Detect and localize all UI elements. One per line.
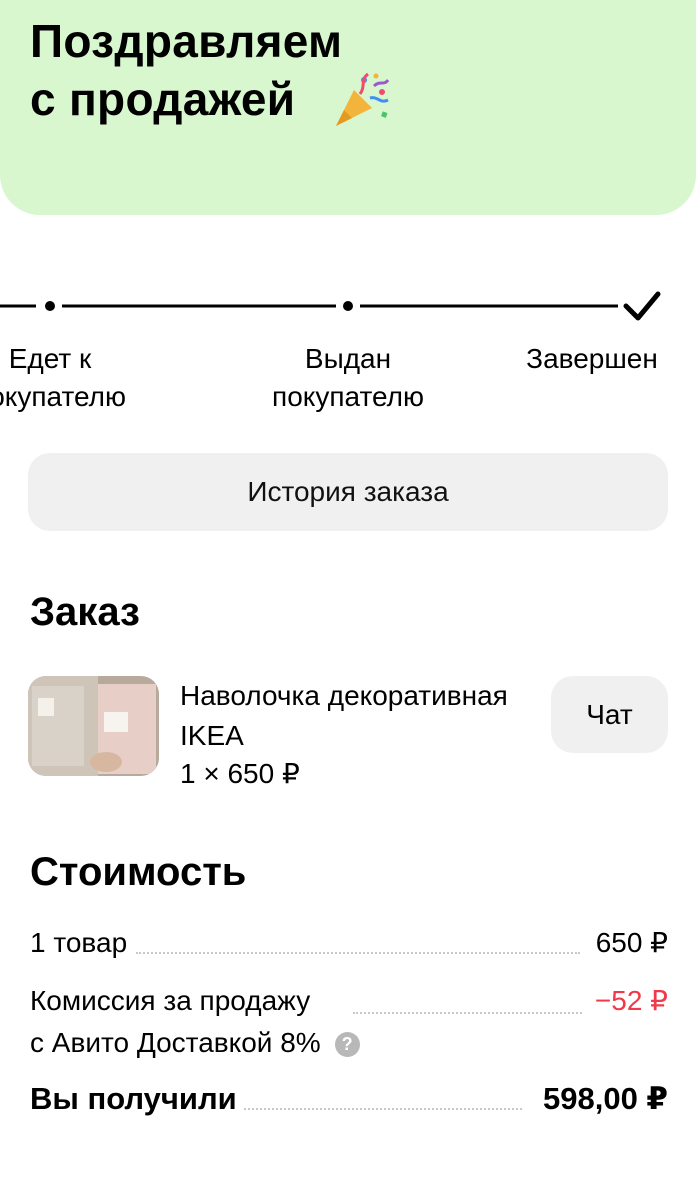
item-thumbnail[interactable] (28, 676, 159, 776)
step-dot (343, 301, 353, 311)
party-popper-icon (336, 72, 390, 126)
dotted-leader (353, 1012, 582, 1014)
chat-button[interactable]: Чат (551, 676, 668, 753)
step-label-delivered: Выдан покупателю (272, 343, 424, 412)
step-label-shipping: Едет кпокупателю (0, 343, 126, 412)
step-label-completed: Завершен (526, 343, 658, 374)
cost-row-label: Комиссия за продажу с Авито Доставкой 8%… (30, 980, 668, 1064)
progress-track (0, 291, 661, 321)
order-progress: Едет кпокупателю Выданпокупателю Заверше… (0, 270, 696, 420)
order-section-title: Заказ (30, 590, 140, 634)
banner-title: Поздравляем с продажей (30, 15, 343, 125)
cost-row-commission: Комиссия за продажу с Авито Доставкой 8%… (30, 980, 668, 1064)
cost-row-value: 598,00 ₽ (543, 1081, 668, 1116)
item-name[interactable]: Наволочка декоративная IKEA (180, 676, 520, 756)
cost-section-title: Стоимость (30, 850, 247, 894)
item-qty-price: 1 × 650 ₽ (180, 758, 300, 789)
cost-row-label: Вы получили (30, 1081, 237, 1116)
dotted-leader (136, 952, 580, 954)
checkmark-icon (623, 291, 661, 321)
cost-row-value: −52 ₽ (594, 985, 668, 1016)
cost-row-value: 650 ₽ (595, 927, 668, 958)
order-history-button[interactable]: История заказа (28, 453, 668, 531)
question-icon[interactable]: ? (334, 1032, 360, 1057)
cost-row-label: 1 товар (30, 927, 128, 958)
step-dot (45, 301, 55, 311)
cost-row-total: Вы получили 598,00 ₽ (30, 1078, 668, 1120)
success-banner: Поздравляем с продажей (0, 0, 696, 215)
cost-row-items: 1 товар 650 ₽ (30, 922, 668, 964)
dotted-leader (244, 1108, 522, 1110)
